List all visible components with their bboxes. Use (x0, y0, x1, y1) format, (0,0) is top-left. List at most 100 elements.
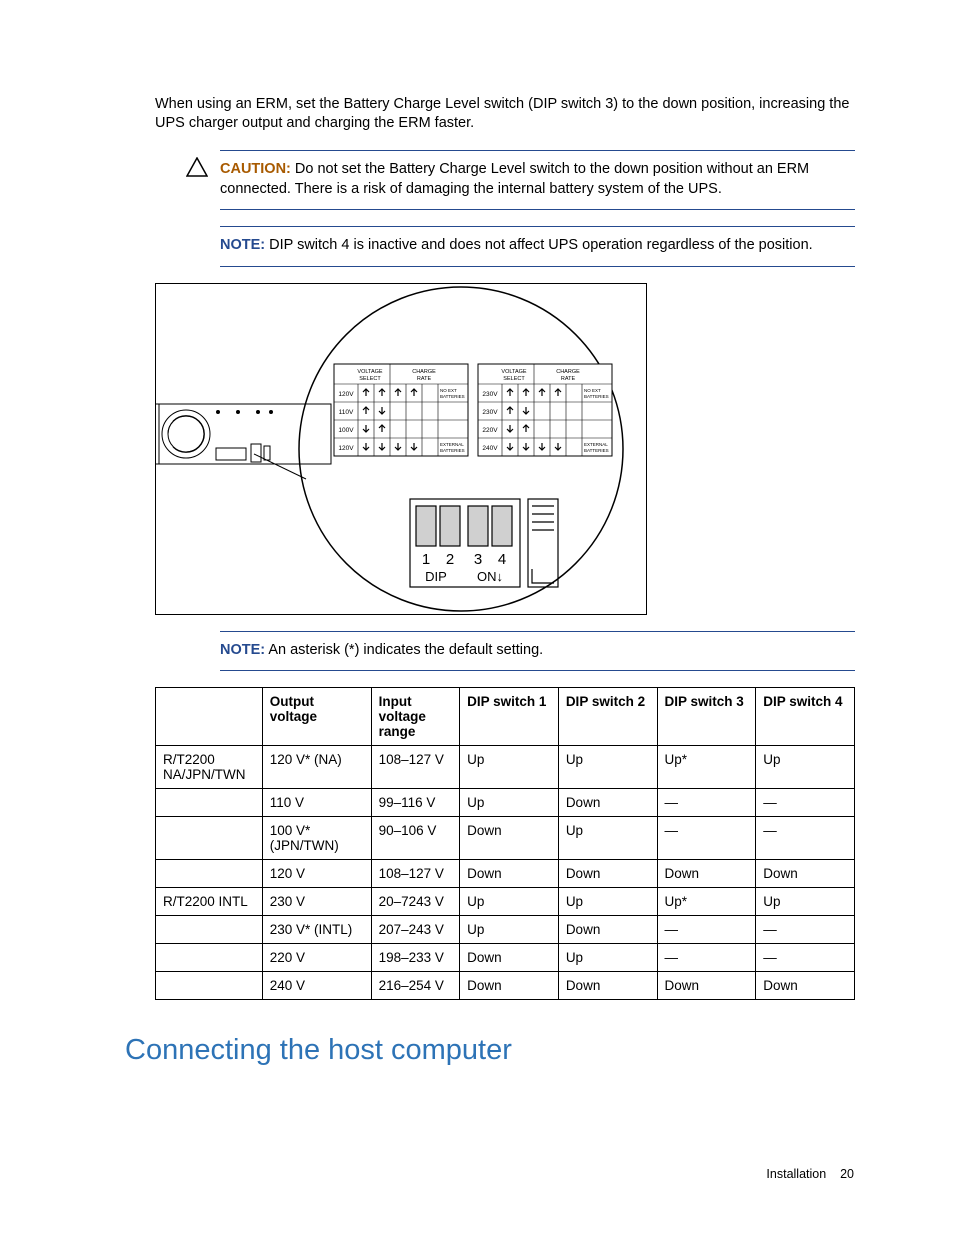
svg-text:220V: 220V (482, 427, 498, 434)
table-cell (156, 816, 263, 859)
table-row: 220 V198–233 VDownUp—— (156, 943, 855, 971)
table-cell: Up (460, 745, 559, 788)
dip-switch-diagram: VOLTAGESELECTCHARGERATE120VNO EXTBATTERI… (155, 283, 647, 615)
table-cell: Up (460, 915, 559, 943)
table-cell: — (657, 943, 756, 971)
table-cell: — (756, 816, 855, 859)
table-cell: — (657, 788, 756, 816)
table-cell: 90–106 V (371, 816, 460, 859)
svg-text:2: 2 (446, 551, 454, 568)
table-cell: — (657, 915, 756, 943)
table-row: 230 V* (INTL)207–243 VUpDown—— (156, 915, 855, 943)
caution-icon (186, 157, 208, 177)
table-cell: 198–233 V (371, 943, 460, 971)
table-cell: Up (460, 887, 559, 915)
table-cell: Up (558, 816, 657, 859)
table-cell: 100 V* (JPN/TWN) (262, 816, 371, 859)
svg-text:RATE: RATE (561, 376, 576, 382)
table-cell: Down (558, 788, 657, 816)
note1-label: NOTE: (220, 237, 265, 253)
section-heading: Connecting the host computer (125, 1034, 855, 1067)
table-cell: Up (756, 745, 855, 788)
svg-text:VOLTAGE: VOLTAGE (357, 369, 382, 375)
svg-text:120V: 120V (338, 445, 354, 452)
caution-text: Do not set the Battery Charge Level swit… (220, 161, 809, 197)
table-cell: Down (460, 859, 559, 887)
svg-text:100V: 100V (338, 427, 354, 434)
th-dip2: DIP switch 2 (558, 687, 657, 745)
svg-text:120V: 120V (338, 391, 354, 398)
table-cell: 230 V (262, 887, 371, 915)
th-dip1: DIP switch 1 (460, 687, 559, 745)
page-footer: Installation 20 (766, 1167, 854, 1181)
table-cell: Up (460, 788, 559, 816)
table-cell (156, 788, 263, 816)
table-cell: Up (558, 745, 657, 788)
table-cell (156, 859, 263, 887)
table-cell: Up* (657, 887, 756, 915)
th-input-range: Input voltage range (371, 687, 460, 745)
svg-text:EXTERNAL: EXTERNAL (440, 442, 464, 447)
page-content: When using an ERM, set the Battery Charg… (155, 80, 855, 1067)
table-cell: — (756, 915, 855, 943)
svg-text:BATTERIES: BATTERIES (440, 394, 465, 399)
table-cell: 230 V* (INTL) (262, 915, 371, 943)
svg-text:CHARGE: CHARGE (412, 369, 436, 375)
table-cell: Down (558, 859, 657, 887)
svg-text:230V: 230V (482, 409, 498, 416)
table-cell: Down (657, 859, 756, 887)
table-row: 240 V216–254 VDownDownDownDown (156, 971, 855, 999)
svg-text:4: 4 (498, 551, 506, 568)
table-row: 100 V* (JPN/TWN)90–106 VDownUp—— (156, 816, 855, 859)
table-cell: Down (657, 971, 756, 999)
svg-text:ON↓: ON↓ (477, 569, 503, 584)
svg-text:DIP: DIP (425, 569, 447, 584)
table-cell: Down (558, 971, 657, 999)
table-cell: 108–127 V (371, 859, 460, 887)
svg-text:SELECT: SELECT (503, 376, 525, 382)
svg-text:230V: 230V (482, 391, 498, 398)
note1-callout: NOTE: DIP switch 4 is inactive and does … (220, 226, 855, 266)
table-cell: R/T2200 NA/JPN/TWN (156, 745, 263, 788)
table-cell: Down (558, 915, 657, 943)
table-header-row: Output voltage Input voltage range DIP s… (156, 687, 855, 745)
intro-paragraph: When using an ERM, set the Battery Charg… (155, 95, 855, 134)
table-cell: Down (756, 859, 855, 887)
note2-callout: NOTE: An asterisk (*) indicates the defa… (220, 631, 855, 671)
svg-text:CHARGE: CHARGE (556, 369, 580, 375)
table-cell (156, 915, 263, 943)
svg-text:BATTERIES: BATTERIES (584, 394, 609, 399)
table-cell (156, 943, 263, 971)
caution-label: CAUTION: (220, 161, 291, 177)
note2-text: An asterisk (*) indicates the default se… (268, 642, 543, 658)
svg-text:110V: 110V (339, 409, 354, 416)
table-cell: 110 V (262, 788, 371, 816)
table-cell: Up (558, 887, 657, 915)
svg-text:NO EXT: NO EXT (440, 388, 457, 393)
table-cell: Up (558, 943, 657, 971)
table-cell: — (657, 816, 756, 859)
table-cell: Down (460, 943, 559, 971)
dip-switch-table: Output voltage Input voltage range DIP s… (155, 687, 855, 1000)
table-cell: 216–254 V (371, 971, 460, 999)
table-cell: Up (756, 887, 855, 915)
table-cell: 108–127 V (371, 745, 460, 788)
table-cell: 120 V (262, 859, 371, 887)
table-row: 120 V108–127 VDownDownDownDown (156, 859, 855, 887)
note1-text: DIP switch 4 is inactive and does not af… (269, 237, 813, 253)
table-cell: Down (756, 971, 855, 999)
table-cell: Down (460, 816, 559, 859)
table-cell: Down (460, 971, 559, 999)
th-dip3: DIP switch 3 (657, 687, 756, 745)
svg-text:NO EXT: NO EXT (584, 388, 601, 393)
table-cell: 20–7243 V (371, 887, 460, 915)
table-cell: R/T2200 INTL (156, 887, 263, 915)
th-output-voltage: Output voltage (262, 687, 371, 745)
th-model (156, 687, 263, 745)
table-row: 110 V99–116 VUpDown—— (156, 788, 855, 816)
svg-text:EXTERNAL: EXTERNAL (584, 442, 608, 447)
svg-text:VOLTAGE: VOLTAGE (501, 369, 526, 375)
th-dip4: DIP switch 4 (756, 687, 855, 745)
table-row: R/T2200 INTL230 V20–7243 VUpUpUp*Up (156, 887, 855, 915)
table-cell: — (756, 943, 855, 971)
